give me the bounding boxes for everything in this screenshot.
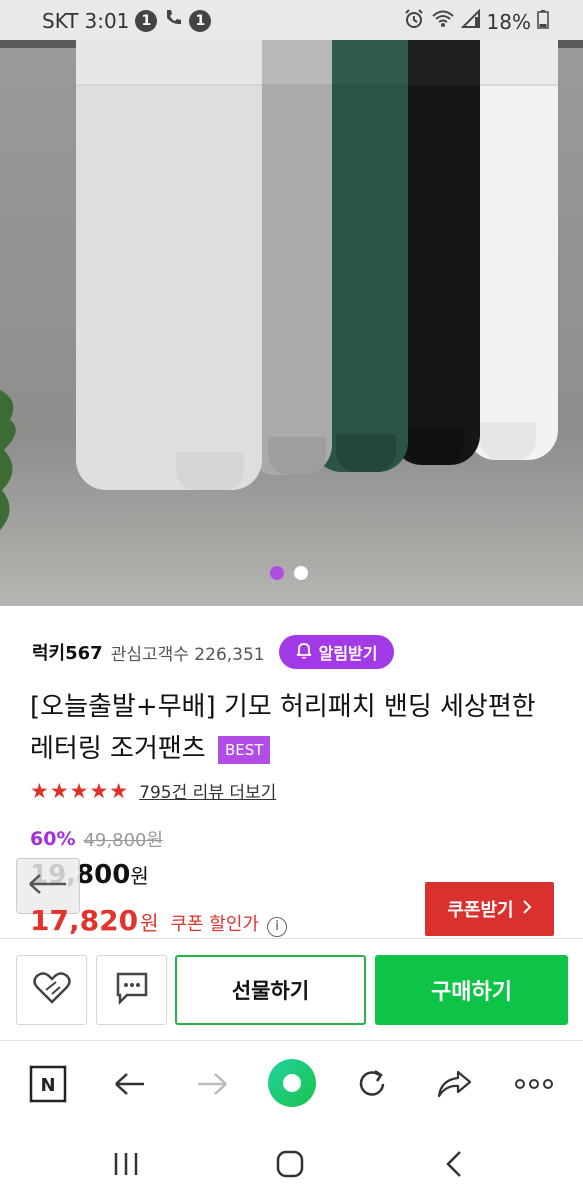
sale-price-unit: 원 (130, 864, 149, 888)
carousel-dot-1[interactable] (270, 566, 284, 580)
product-title-block: [오늘출발+무배] 기모 허리패치 밴딩 세상편한 레터링 조거팬츠 BEST (30, 686, 550, 770)
message-badge-icon: 1 (189, 9, 212, 32)
store-followers: 관심고객수 226,351 (110, 644, 265, 665)
product-title: [오늘출발+무배] 기모 허리패치 밴딩 세상편한 레터링 조거팬츠 (30, 692, 536, 764)
browser-back-button[interactable] (108, 1062, 152, 1106)
rating-row: ★★★★★ 795건 리뷰 더보기 (30, 778, 276, 804)
wifi-icon (431, 9, 455, 34)
coupon-button[interactable]: 쿠폰받기 (425, 882, 554, 936)
signal-icon (460, 8, 481, 34)
coupon-price-row: 17,820 원 쿠폰 할인가 i (30, 904, 287, 937)
call-icon (163, 8, 183, 33)
system-back-button[interactable] (434, 1144, 474, 1184)
chat-bubble-icon (115, 971, 149, 1009)
home-icon (276, 1150, 304, 1178)
pants-light-grey (76, 40, 262, 490)
rating-stars-icon: ★★★★★ (30, 778, 130, 803)
arrow-left-icon (28, 872, 68, 900)
original-price: 49,800원 (83, 830, 164, 851)
status-bar: SKT 3:01 1 1 18% (0, 0, 583, 40)
alarm-button[interactable]: 알림받기 (278, 635, 394, 669)
refresh-icon (359, 1069, 385, 1096)
naver-home-button[interactable]: N (26, 1062, 70, 1106)
more-dots-icon (515, 1079, 553, 1089)
coupon-button-label: 쿠폰받기 (447, 900, 514, 921)
coupon-price-unit: 원 (140, 911, 159, 935)
plant-decoration (0, 390, 16, 530)
arrow-forward-icon (198, 1073, 227, 1095)
share-arrow-icon (437, 1070, 472, 1098)
alarm-button-label: 알림받기 (318, 644, 378, 663)
notification-badge-icon: 1 (135, 9, 158, 32)
chat-button[interactable] (96, 955, 167, 1025)
gift-button[interactable]: 선물하기 (175, 955, 366, 1025)
buy-button[interactable]: 구매하기 (375, 955, 568, 1025)
purchase-action-bar: 선물하기 구매하기 (0, 938, 583, 1038)
best-badge: BEST (217, 735, 271, 764)
product-image-carousel[interactable] (0, 40, 583, 606)
arrow-back-icon (115, 1073, 144, 1095)
carousel-dot-2[interactable] (294, 566, 308, 580)
browser-toolbar: N (0, 1040, 583, 1126)
green-dot-icon (268, 1059, 316, 1107)
home-button[interactable] (270, 1144, 310, 1184)
clock-text: 3:01 (84, 8, 130, 33)
system-navigation-bar (0, 1126, 583, 1200)
review-link[interactable]: 795건 리뷰 더보기 (139, 778, 276, 803)
battery-icon (537, 9, 549, 34)
recent-apps-icon (114, 1153, 138, 1175)
naver-logo-icon: N (29, 1065, 67, 1103)
naver-letter: N (40, 1075, 55, 1096)
carrier-text: SKT (42, 8, 79, 33)
browser-forward-button[interactable] (190, 1062, 234, 1106)
chevron-left-icon (446, 1151, 461, 1177)
wishlist-button[interactable] (16, 955, 87, 1025)
discount-rate: 60% (30, 828, 76, 850)
bell-plus-icon (295, 641, 313, 663)
battery-percent: 18% (486, 9, 531, 34)
heart-icon (32, 970, 72, 1010)
more-button[interactable] (512, 1062, 556, 1106)
carousel-indicator (270, 566, 308, 580)
recent-apps-button[interactable] (106, 1144, 146, 1184)
store-row: 럭키567 관심고객수 226,351 알림받기 (32, 634, 394, 670)
coupon-price: 17,820 (30, 904, 139, 937)
info-icon[interactable]: i (267, 917, 287, 937)
refresh-button[interactable] (350, 1062, 394, 1106)
green-dot-button[interactable] (266, 1057, 318, 1109)
coupon-price-label: 쿠폰 할인가 (170, 914, 259, 935)
discount-row: 60% 49,800원 (30, 826, 163, 852)
share-button[interactable] (432, 1062, 476, 1106)
chevron-right-icon (522, 899, 532, 920)
alarm-clock-icon (403, 8, 425, 35)
store-name[interactable]: 럭키567 (32, 639, 103, 665)
